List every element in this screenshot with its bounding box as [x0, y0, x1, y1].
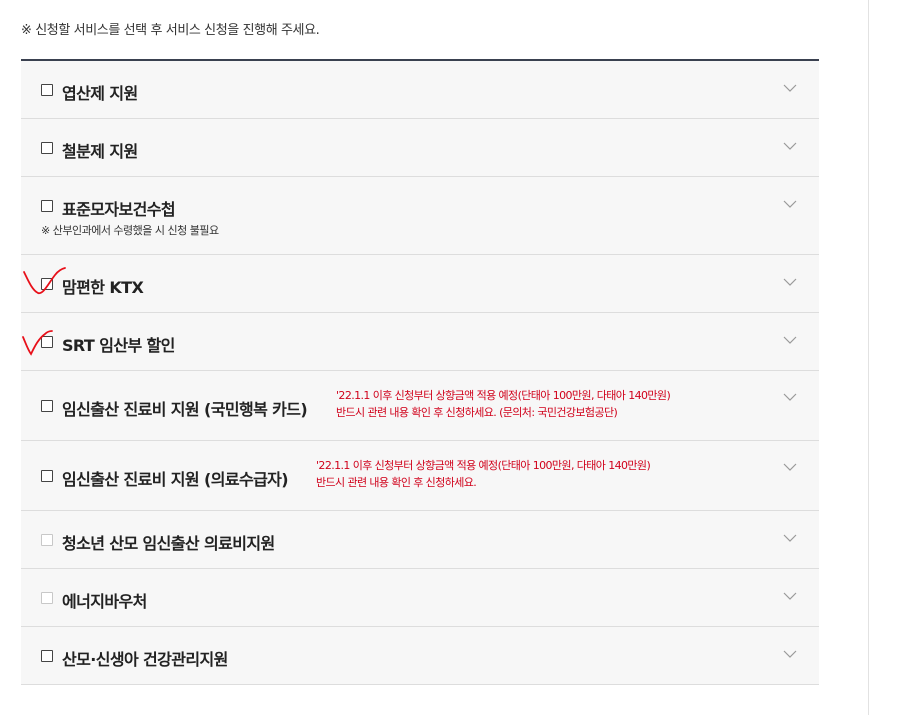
service-label: 철분제 지원 — [62, 142, 138, 161]
service-list: 엽산제 지원 철분제 지원 표준모자보건수첩 ※ 산부인과에서 수령했을 시 신… — [21, 59, 819, 685]
chevron-down-icon[interactable] — [783, 84, 797, 93]
service-warning-note: '22.1.1 이후 신청부터 상향금액 적용 예정(단태아 100만원, 다태… — [316, 459, 651, 472]
service-checkbox[interactable] — [41, 650, 53, 662]
service-checkbox[interactable] — [41, 84, 53, 96]
service-label: 표준모자보건수첩 — [62, 200, 176, 219]
service-warning-note: '22.1.1 이후 신청부터 상향금액 적용 예정(단태아 100만원, 다태… — [336, 389, 671, 402]
chevron-down-icon[interactable] — [783, 534, 797, 543]
service-row-iron[interactable]: 철분제 지원 — [21, 119, 819, 177]
service-row-energy-voucher[interactable]: 에너지바우처 — [21, 569, 819, 627]
service-label: 맘편한 KTX — [62, 278, 144, 297]
service-row-medical-aid[interactable]: 임신출산 진료비 지원 (의료수급자) '22.1.1 이후 신청부터 상향금액… — [21, 441, 819, 511]
page-divider — [868, 0, 869, 715]
service-checkbox[interactable] — [41, 400, 53, 412]
service-row-folic-acid[interactable]: 엽산제 지원 — [21, 61, 819, 119]
service-row-postnatal-care[interactable]: 산모·신생아 건강관리지원 — [21, 627, 819, 685]
service-warning-note: 반드시 관련 내용 확인 후 신청하세요. (문의처: 국민건강보험공단) — [336, 406, 618, 419]
service-row-handbook[interactable]: 표준모자보건수첩 ※ 산부인과에서 수령했을 시 신청 불필요 — [21, 177, 819, 255]
selection-notice: ※ 신청할 서비스를 선택 후 서비스 신청을 진행해 주세요. — [21, 23, 320, 38]
service-label: 산모·신생아 건강관리지원 — [62, 650, 228, 669]
chevron-down-icon[interactable] — [783, 650, 797, 659]
service-label: 임신출산 진료비 지원 (의료수급자) — [62, 470, 289, 489]
service-checkbox[interactable] — [41, 200, 53, 212]
chevron-down-icon[interactable] — [783, 336, 797, 345]
service-checkbox[interactable] — [41, 470, 53, 482]
service-row-ktx[interactable]: 맘편한 KTX — [21, 255, 819, 313]
service-checkbox — [41, 534, 53, 546]
service-checkbox[interactable] — [41, 278, 53, 290]
service-checkbox — [41, 592, 53, 604]
chevron-down-icon[interactable] — [783, 142, 797, 151]
service-label: 청소년 산모 임신출산 의료비지원 — [62, 534, 275, 553]
service-row-medical-card[interactable]: 임신출산 진료비 지원 (국민행복 카드) '22.1.1 이후 신청부터 상향… — [21, 371, 819, 441]
service-label: SRT 임산부 할인 — [62, 336, 175, 355]
service-label: 에너지바우처 — [62, 592, 147, 611]
chevron-down-icon[interactable] — [783, 592, 797, 601]
chevron-down-icon[interactable] — [783, 200, 797, 209]
service-sub-note: ※ 산부인과에서 수령했을 시 신청 불필요 — [41, 224, 219, 237]
chevron-down-icon[interactable] — [783, 393, 797, 402]
service-label: 임신출산 진료비 지원 (국민행복 카드) — [62, 400, 308, 419]
service-warning-note: 반드시 관련 내용 확인 후 신청하세요. — [316, 476, 477, 489]
service-checkbox[interactable] — [41, 336, 53, 348]
chevron-down-icon[interactable] — [783, 278, 797, 287]
service-row-srt[interactable]: SRT 임산부 할인 — [21, 313, 819, 371]
service-checkbox[interactable] — [41, 142, 53, 154]
chevron-down-icon[interactable] — [783, 463, 797, 472]
service-label: 엽산제 지원 — [62, 84, 138, 103]
service-row-teen-mother[interactable]: 청소년 산모 임신출산 의료비지원 — [21, 511, 819, 569]
